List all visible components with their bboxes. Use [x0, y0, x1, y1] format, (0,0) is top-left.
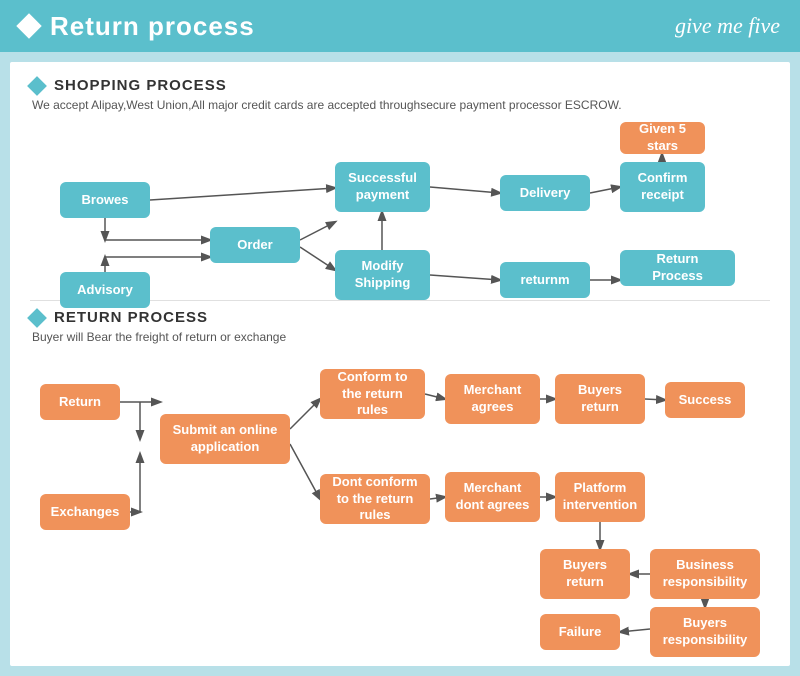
confirm-receipt-box: Confirm receipt: [620, 162, 705, 212]
return-subtitle: Buyer will Bear the freight of return or…: [32, 330, 770, 344]
merchant-agrees-box: Merchant agrees: [445, 374, 540, 424]
business-resp-box: Business responsibility: [650, 549, 760, 599]
return-section-header: RETURN PROCESS: [30, 309, 770, 326]
dont-conform-box: Dont conform to the return rules: [320, 474, 430, 524]
successful-payment-box: Successful payment: [335, 162, 430, 212]
merchant-dont-box: Merchant dont agrees: [445, 472, 540, 522]
exchanges-box: Exchanges: [40, 494, 130, 530]
shopping-subtitle: We accept Alipay,West Union,All major cr…: [32, 98, 770, 112]
order-box: Order: [210, 227, 300, 263]
buyers-resp-box: Buyers responsibility: [650, 607, 760, 657]
modify-shipping-box: Modify Shipping: [335, 250, 430, 300]
return-flow: Return Submit an online application Exch…: [30, 354, 770, 644]
buyers-return2-box: Buyers return: [540, 549, 630, 599]
shopping-diamond: [27, 76, 47, 96]
delivery-box: Delivery: [500, 175, 590, 211]
shopping-title: SHOPPING PROCESS: [54, 77, 227, 94]
brand-logo: give me five: [675, 13, 780, 39]
conform-rules-box: Conform to the return rules: [320, 369, 425, 419]
browes-box: Browes: [60, 182, 150, 218]
return-box: Return: [40, 384, 120, 420]
return-diamond: [27, 308, 47, 328]
page-header: Return process give me five: [0, 0, 800, 52]
submit-online-box: Submit an online application: [160, 414, 290, 464]
return-process-box: Return Process: [620, 250, 735, 286]
header-diamond: [16, 13, 41, 38]
shopping-section-header: SHOPPING PROCESS: [30, 77, 770, 94]
return-title: RETURN PROCESS: [54, 309, 208, 326]
main-content: SHOPPING PROCESS We accept Alipay,West U…: [10, 62, 790, 666]
failure-box: Failure: [540, 614, 620, 650]
advisory-box: Advisory: [60, 272, 150, 308]
buyers-return1-box: Buyers return: [555, 374, 645, 424]
given-5-stars-box: Given 5 stars: [620, 122, 705, 154]
returnm-box: returnm: [500, 262, 590, 298]
success-box: Success: [665, 382, 745, 418]
page-title: Return process: [50, 11, 255, 42]
platform-box: Platform intervention: [555, 472, 645, 522]
shopping-flow: Browes Order Advisory Modify Shipping Su…: [30, 122, 770, 292]
